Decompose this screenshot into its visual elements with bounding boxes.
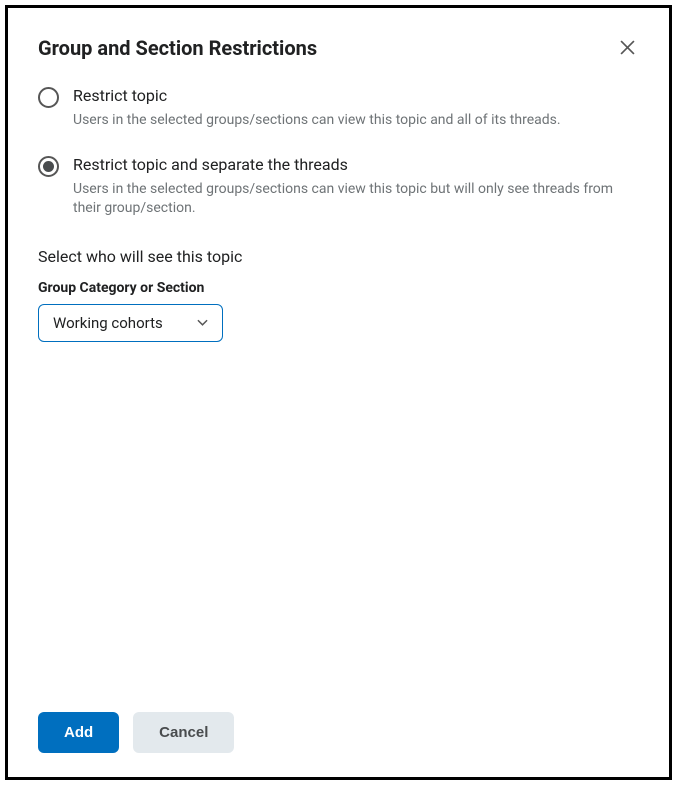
add-button[interactable]: Add [38,712,119,753]
radio-input-restrict-topic[interactable] [38,87,59,108]
dropdown-selected-value: Working cohorts [53,314,163,332]
group-category-field-label: Group Category or Section [38,280,639,296]
chevron-down-icon [197,319,208,326]
dialog-footer: Add Cancel [38,712,639,753]
cancel-button[interactable]: Cancel [133,712,234,753]
select-who-label: Select who will see this topic [38,247,639,266]
radio-option-restrict-separate[interactable]: Restrict topic and separate the threads … [38,155,639,219]
close-button[interactable] [616,38,639,57]
group-category-dropdown[interactable]: Working cohorts [38,304,223,342]
dialog-header: Group and Section Restrictions [38,36,639,60]
radio-text-container: Restrict topic and separate the threads … [73,155,639,219]
radio-description: Users in the selected groups/sections ca… [73,111,639,131]
radio-option-restrict-topic[interactable]: Restrict topic Users in the selected gro… [38,86,639,131]
radio-label: Restrict topic [73,86,639,105]
radio-label: Restrict topic and separate the threads [73,155,639,174]
radio-description: Users in the selected groups/sections ca… [73,180,639,219]
radio-text-container: Restrict topic Users in the selected gro… [73,86,639,131]
restriction-radio-group: Restrict topic Users in the selected gro… [38,86,639,219]
dialog-title: Group and Section Restrictions [38,36,317,60]
close-icon [620,40,635,55]
dialog-content: Restrict topic Users in the selected gro… [38,86,639,712]
dialog-container: Group and Section Restrictions Restrict … [5,5,672,780]
radio-input-restrict-separate[interactable] [38,156,59,177]
